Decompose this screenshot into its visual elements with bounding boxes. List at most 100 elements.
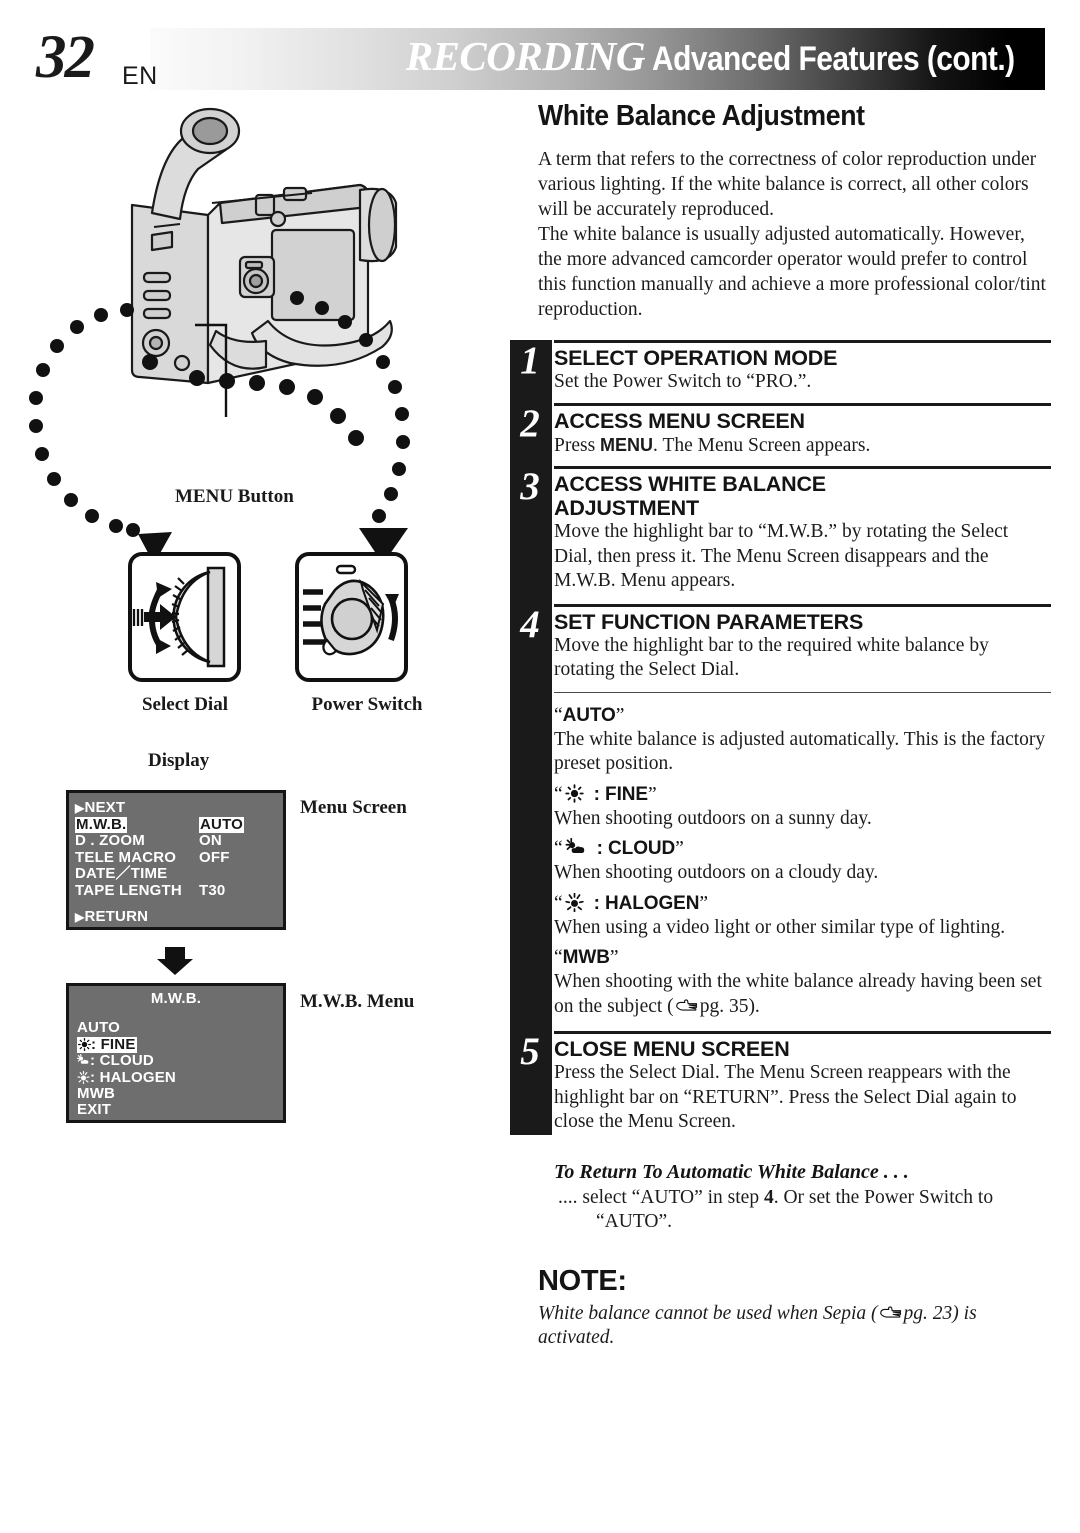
step-number: 4 [520,602,540,646]
step-heading: SELECT OPERATION MODE [554,346,838,370]
step-number: 1 [520,339,540,382]
mwb-menu-osd: M.W.B. AUTO : FINE: CLOUD: HALOGEN MWB… [66,983,286,1123]
osd-value: T30 [199,881,226,899]
page-header: 32 EN RECORDING Advanced Features (cont.) [0,24,1080,91]
sun-fine-icon [77,1037,92,1051]
mwb-osd-item-label: : FINE [91,1035,136,1053]
option-name: AUTO [562,704,616,726]
mwb-osd-item-label: : CLOUD [90,1052,154,1069]
mwb-osd-item: : FINE [77,1035,176,1053]
step-body-text: Move the highlight bar to “M.W.B.” by ro… [554,521,1009,591]
callout-dotted-arcs [29,291,410,564]
page-language-code: EN [122,62,158,90]
arrow-down-icon [157,947,193,975]
option-description: When using a video light or other simila… [554,916,1006,938]
return-auto-block: To Return To Automatic White Balance . .… [554,1161,1054,1235]
halogen-icon [77,1070,90,1084]
osd-key: TELE MACRO [75,848,177,866]
pointing-hand-icon [879,1305,901,1318]
sun-cloud-icon [565,838,584,854]
steps-block: 1 SELECT OPERATION MODE Set the Power Sw… [508,339,1053,1135]
osd-value: AUTO [199,815,245,833]
step-heading: CLOSE MENU SCREEN [554,1037,790,1061]
step-body: Press the Select Dial. The Menu Screen r… [554,1062,1017,1132]
display-label: Display [148,750,210,771]
note-heading: NOTE: [538,1264,627,1297]
step-body-emphasis: MENU [600,434,654,455]
sun-fine-icon [564,783,584,803]
step-body-text: Set the Power Switch to “PRO.”. [554,371,812,392]
note-page-ref[interactable]: pg. 23 [904,1303,953,1324]
return-auto-text: “AUTO”. [596,1211,672,1232]
menu-screen-caption: Menu Screen [300,797,407,818]
halogen-icon [564,892,584,912]
step-number: 5 [520,1030,540,1073]
intro-paragraph: The white balance is usually adjusted au… [538,224,1046,320]
mwb-osd-exit: EXIT [77,1101,112,1118]
osd-row: D . ZOOM ON [75,832,277,850]
step-body: Move the highlight bar to “M.W.B.” by ro… [554,520,1051,594]
return-auto-heading: To Return To Automatic White Balance . .… [554,1160,909,1183]
triangle-right-icon: ▶ [75,801,85,815]
option-description: When shooting with the white balance alr… [554,970,1051,1019]
osd-key: DATE／TIME [75,865,168,882]
osd-next-row: ▶ NEXT [75,799,277,817]
mwb-osd-item-label: MWB [77,1085,116,1102]
return-auto-step-ref: 4 [763,1186,774,1208]
select-dial-label: Select Dial [141,694,228,715]
osd-value: OFF [199,848,230,866]
page-title: White Balance Adjustment [538,100,865,132]
step-body-text: Move the highlight bar to the required w… [554,634,989,681]
option-heading: “ : CLOUD” [554,838,684,859]
osd-return-row: ▶RETURN [75,908,148,926]
osd-key: M.W.B. [75,815,128,833]
option-name: : FINE [593,783,648,805]
intro-text: A term that refers to the correctness of… [538,147,1050,322]
header-title-group: RECORDING Advanced Features (cont.) [406,32,1064,80]
step-number: 3 [520,465,540,508]
option-heading: “ : HALOGEN” [554,892,709,914]
step-item: 5 CLOSE MENU SCREEN Press the Select Dia… [520,1030,1051,1135]
step-body-text: Press [554,434,601,456]
step-item: 1 SELECT OPERATION MODE Set the Power Sw… [520,339,1051,395]
note-block: NOTE: White balance cannot be used when … [538,1265,1048,1351]
sun-cloud-icon [76,1053,89,1064]
option-description-text: When shooting with the white balance alr… [554,971,1042,1017]
osd-row: TAPE LENGTH T30 [75,881,277,900]
power-switch-icon [303,564,399,656]
step-item: 3 ACCESS WHITE BALANCE ADJUSTMENT Move t… [520,465,1051,594]
step-item: 2 ACCESS MENU SCREEN Press MENU. The Men… [520,402,1051,459]
option-heading: “ : FINE” [554,783,657,805]
option-description-text: ). [748,995,760,1017]
return-auto-text: . Or set the Power Switch to [773,1186,994,1208]
left-illustration-column: MENU Button Select Dial Power Switch Dis… [0,90,500,1123]
manual-page: 32 EN RECORDING Advanced Features (cont.) [0,0,1080,1533]
step-number: 2 [520,401,540,445]
step-body: Press MENU. The Menu Screen appears. [554,433,1051,459]
right-instruction-column: White Balance Adjustment A term that ref… [508,100,1053,1351]
osd-key: TAPE LENGTH [75,881,182,899]
osd-row: TELE MACRO OFF [75,848,277,867]
step-heading: SET FUNCTION PARAMETERS [554,609,864,634]
step-item: 4 SET FUNCTION PARAMETERS Move the highl… [520,603,1051,683]
section-subtitle: Advanced Features (cont.) [652,40,1015,78]
option-name: : HALOGEN [593,892,700,914]
select-dial-icon [132,566,226,668]
page-number: 32 [36,24,95,91]
return-auto-body: .... select “AUTO” in step 4. Or set the… [554,1186,1054,1235]
pointing-hand-icon [675,998,697,1011]
osd-row: M.W.B. AUTO [75,815,277,833]
step-body: Set the Power Switch to “PRO.”. [554,370,1051,395]
osd-next-label: NEXT [84,799,126,816]
mwb-osd-item: : CLOUD [76,1052,176,1070]
option-heading: “AUTO” [554,704,625,726]
section-title: RECORDING [405,33,646,79]
option-page-ref[interactable]: pg. 35 [700,996,749,1017]
osd-value: ON [199,832,222,849]
option-description: When shooting outdoors on a cloudy day. [554,862,879,883]
note-body: White balance cannot be used when Sepia … [538,1302,1048,1351]
mwb-osd-item-label: : HALOGEN [90,1068,176,1086]
step-heading: ACCESS WHITE BALANCE ADJUSTMENT [554,472,826,520]
osd-row: DATE／TIME [75,865,277,883]
intro-paragraph: A term that refers to the correctness of… [538,149,1037,220]
